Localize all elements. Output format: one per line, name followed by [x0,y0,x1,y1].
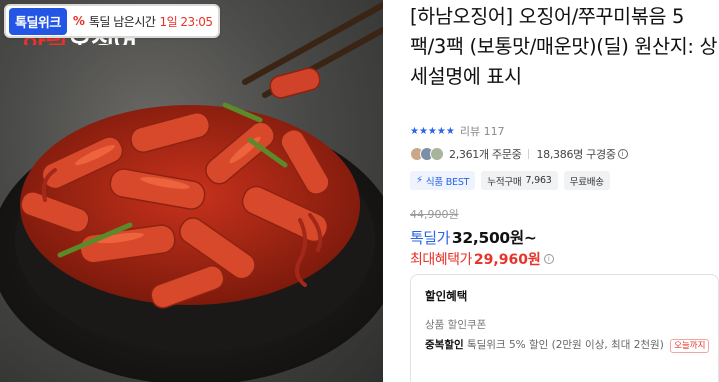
stack-discount-row: 중복할인 톡딜위크 5% 할인 (2만원 이상, 최대 2천원) 오늘까지 [425,337,710,353]
discount-benefits-card: 할인혜택 상품 할인쿠폰 중복할인 톡딜위크 5% 할인 (2만원 이상, 최대… [410,274,719,382]
avatar [430,147,444,161]
stats-row: 2,361개 주문중 18,386명 구경중 i [410,145,628,163]
stack-discount-label: 중복할인 [425,339,464,351]
lightning-icon: ⚡ [416,175,423,186]
deal-price-label: 톡딜가 [410,229,450,247]
deal-timer-banner: 톡딜위크 % 톡딜 남은시간 1일 23:05 [4,4,220,38]
max-benefit-label: 최대혜택가 [410,252,472,268]
buyer-avatars [410,147,444,161]
free-shipping-tag: 무료배송 [563,171,610,190]
cumulative-purchase-tag: 누적구매 7,963 [481,171,558,190]
coupon-row: 상품 할인쿠폰 [425,319,487,331]
tags-row: ⚡ 식품 BEST 누적구매 7,963 무료배송 [410,171,610,190]
rating-row: ★★★★★ 리뷰 117 [410,123,505,139]
deal-week-badge: 톡딜위크 [9,7,67,35]
divider [528,149,530,159]
product-title: [하남오징어] 오징어/쭈꾸미볶음 5팩/3팩 (보통맛/매운맛)(딜) 원산지… [410,5,718,88]
product-info: [하남오징어] 오징어/쭈꾸미볶음 5팩/3팩 (보통맛/매운맛)(딜) 원산지… [410,0,719,382]
deal-price-row: 톡딜가 32,500원~ [410,226,537,248]
percent-icon: % [72,14,85,28]
stack-discount-text: 톡딜위크 5% 할인 (2만원 이상, 최대 2천원) [466,339,664,351]
product-image[interactable]: 하남오징어 톡딜위크 % 톡딜 남은시간 1일 23:05 [0,0,383,382]
star-rating-icon: ★★★★★ [410,125,455,137]
deal-time-remaining: 1일 23:05 [159,14,213,29]
max-benefit-value: 29,960원 [473,252,541,268]
today-only-badge: 오늘까지 [670,339,710,353]
original-price: 44,900원 [410,208,459,221]
food-best-tag[interactable]: ⚡ 식품 BEST [410,171,476,190]
info-icon[interactable]: i [617,149,628,159]
review-count-link[interactable]: 리뷰 117 [460,123,505,139]
max-benefit-row: 최대혜택가 29,960원 i [410,249,554,269]
viewers-count: 18,386명 구경중 [536,148,616,161]
deal-price-value: 32,500원~ [451,229,537,247]
food-illustration [0,2,383,382]
info-icon[interactable]: i [543,254,554,264]
discount-title: 할인혜택 [425,289,468,303]
orders-count: 2,361개 주문중 [449,148,522,161]
deal-time-label: 톡딜 남은시간 [88,14,156,29]
